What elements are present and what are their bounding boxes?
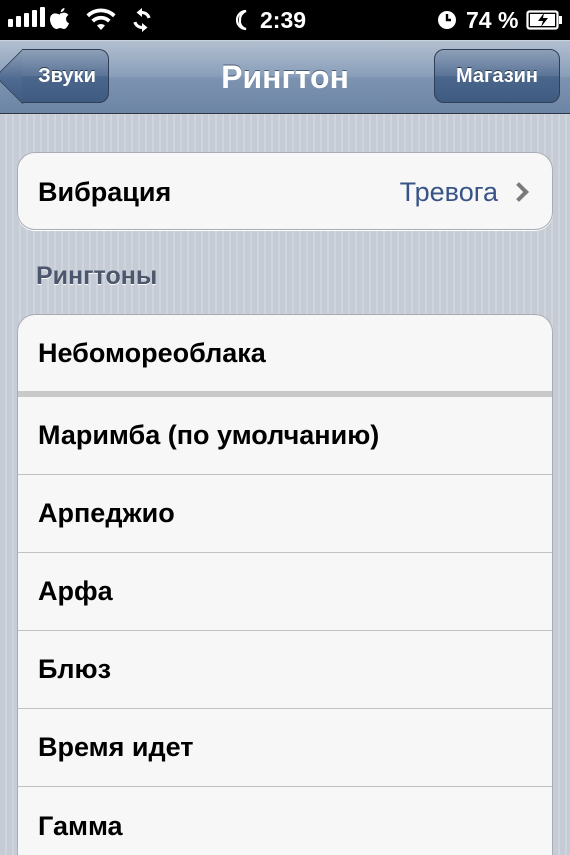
list-item[interactable]: Небомореоблака xyxy=(18,315,552,397)
list-item[interactable]: Арпеджио xyxy=(18,475,552,553)
store-button[interactable]: Магазин xyxy=(434,49,560,103)
battery-percent: 74 % xyxy=(466,6,519,33)
signal-icon xyxy=(8,0,45,40)
vibration-value: Тревога xyxy=(399,176,498,207)
vibration-group: Вибрация Тревога xyxy=(17,152,553,230)
list-item[interactable]: Блюз xyxy=(18,631,552,709)
vibration-row[interactable]: Вибрация Тревога xyxy=(18,153,552,231)
vibration-label: Вибрация xyxy=(38,176,172,207)
alarm-icon xyxy=(436,0,458,40)
list-item[interactable]: Маримба (по умолчанию) xyxy=(18,397,552,475)
list-item[interactable]: Арфа xyxy=(18,553,552,631)
ringtones-list: Небомореоблака Маримба (по умолчанию) Ар… xyxy=(17,314,553,855)
moon-icon xyxy=(232,0,254,40)
chevron-right-icon xyxy=(509,182,529,202)
navigation-bar: Рингтон Звуки Магазин xyxy=(0,40,570,114)
wifi-icon xyxy=(86,0,116,40)
back-button[interactable]: Звуки xyxy=(22,49,109,103)
sync-icon xyxy=(130,0,154,40)
battery-icon xyxy=(526,0,564,40)
apple-icon xyxy=(48,0,72,40)
status-bar: 2:39 74 % xyxy=(0,0,570,40)
list-item[interactable]: Время идет xyxy=(18,709,552,787)
status-time: 2:39 xyxy=(260,6,307,33)
back-button-area[interactable]: Звуки xyxy=(0,41,120,115)
list-item[interactable]: Гамма xyxy=(18,787,552,855)
ringtones-section-header: Рингтоны xyxy=(36,262,158,290)
